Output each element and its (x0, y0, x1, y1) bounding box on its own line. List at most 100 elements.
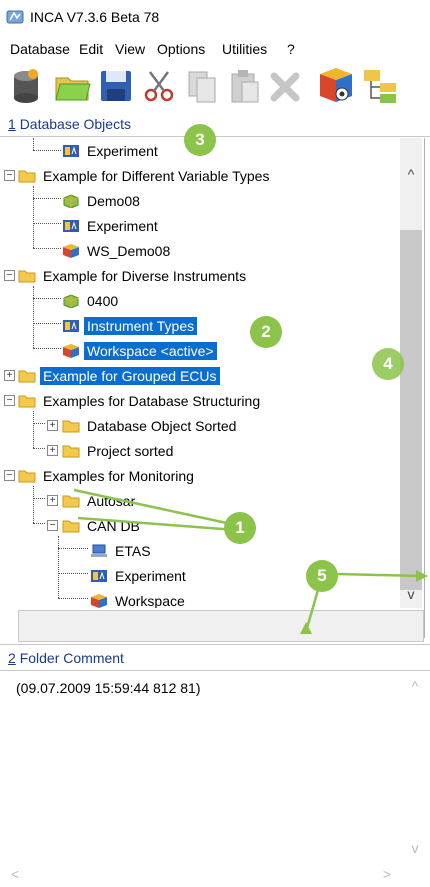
tree-item-folder[interactable]: Project sorted (62, 438, 176, 462)
tree-line (33, 323, 61, 324)
callout-badge: 1 (224, 512, 256, 544)
tree-line (33, 150, 61, 151)
tree-item-folder[interactable]: Examples for Database Structuring (18, 388, 263, 412)
tree-item-workspace[interactable]: Workspace (90, 588, 188, 608)
tree-item-experiment[interactable]: Experiment (90, 563, 189, 587)
menu-options[interactable]: Options (157, 41, 205, 57)
folder-comment-header: 2 Folder Comment (8, 650, 124, 666)
tree-item-label: Project sorted (87, 443, 174, 460)
tree-scrollbar[interactable]: ^ v (400, 138, 422, 608)
tree-item-label: Demo08 (87, 193, 140, 210)
expand-icon[interactable]: + (47, 420, 58, 431)
tree-line (33, 186, 34, 248)
tree-status-strip (18, 610, 424, 642)
tree-item-folder[interactable]: Autosar (62, 488, 138, 512)
menu-bar: Database Edit View Options Utilities ? (0, 36, 430, 62)
tree-item-experiment[interactable]: Experiment (62, 213, 161, 237)
callout-badge: 2 (250, 316, 282, 348)
tree-item-device[interactable]: Demo08 (62, 188, 143, 212)
tree-line (33, 138, 34, 150)
copy-icon[interactable] (182, 66, 222, 106)
splitter-edge (424, 138, 425, 638)
expand-icon[interactable]: + (4, 370, 15, 381)
delete-icon[interactable] (266, 66, 306, 106)
experiment-icon (63, 145, 79, 158)
database-new-icon[interactable] (6, 66, 46, 106)
tree-line (58, 573, 88, 574)
experiment-icon (63, 320, 79, 333)
folder-icon (18, 270, 36, 283)
menu-utilities[interactable]: Utilities (222, 41, 267, 57)
tree-item-label: 0400 (87, 293, 119, 310)
tree-item-folder[interactable]: Example for Different Variable Types (18, 163, 272, 187)
tree-item-hardware[interactable]: ETAS (90, 538, 154, 562)
callout-badge: 4 (372, 348, 404, 380)
title-bar: INCA V7.3.6 Beta 78 (0, 0, 430, 34)
comment-h-scrollbar[interactable]: < > (0, 864, 426, 886)
tree-line (33, 348, 61, 349)
tree-item-device[interactable]: 0400 (62, 288, 121, 312)
tree-item-workspace[interactable]: WS_Demo08 (62, 238, 173, 262)
tree-item-label: Database Object Sorted (87, 418, 237, 435)
tree-item-label: Experiment (115, 568, 186, 585)
collapse-icon[interactable]: − (4, 470, 15, 481)
tree-line (58, 548, 88, 549)
tree-item-folder[interactable]: Database Object Sorted (62, 413, 239, 437)
window-title: INCA V7.3.6 Beta 78 (30, 9, 160, 25)
panel-title: Database Objects (19, 116, 131, 132)
tree-item-experiment[interactable]: Experiment (62, 138, 161, 162)
scroll-thumb[interactable] (400, 230, 422, 590)
workspace-icon (63, 344, 79, 359)
tree-item-label: ETAS (115, 543, 151, 560)
collapse-icon[interactable]: − (4, 270, 15, 281)
tree-item-label: WS_Demo08 (87, 243, 171, 260)
cut-icon[interactable] (140, 66, 180, 106)
database-tree[interactable]: Experiment − Example for Different Varia… (0, 138, 400, 608)
scroll-down-arrow[interactable]: v (404, 838, 426, 858)
folder-icon (18, 395, 36, 408)
paste-icon[interactable] (224, 66, 264, 106)
panel-number: 2 (8, 650, 16, 666)
folder-icon (18, 370, 36, 383)
scroll-down-arrow[interactable]: v (400, 584, 422, 604)
expand-icon[interactable]: + (47, 445, 58, 456)
open-folder-icon[interactable] (52, 66, 92, 106)
collapse-icon[interactable]: − (47, 520, 58, 531)
panel-number: 1 (8, 116, 16, 132)
folder-icon (62, 445, 80, 458)
tree-item-label: Experiment (87, 143, 158, 160)
tree-item-label: Experiment (87, 218, 158, 235)
menu-database[interactable]: Database (10, 41, 70, 57)
tree-item-experiment[interactable]: Instrument Types (62, 313, 198, 337)
tree-item-label: Instrument Types (84, 317, 198, 336)
tree-structure-icon[interactable] (360, 66, 400, 106)
tree-item-label: Example for Different Variable Types (43, 168, 270, 185)
tree-item-folder[interactable]: CAN DB (62, 513, 143, 537)
menu-help[interactable]: ? (287, 41, 295, 57)
scroll-right-arrow[interactable]: > (376, 864, 398, 884)
tree-line (33, 498, 45, 499)
tree-item-workspace[interactable]: Workspace <active> (62, 338, 217, 362)
tree-item-folder[interactable]: Example for Grouped ECUs (18, 363, 220, 387)
folder-comment-area[interactable]: (09.07.2009 15:59:44 812 81) ^ v < > (0, 670, 430, 887)
collapse-icon[interactable]: − (4, 170, 15, 181)
folder-icon (62, 495, 80, 508)
callout-badge: 3 (184, 124, 216, 156)
comment-scrollbar[interactable]: ^ v (404, 670, 426, 860)
tree-line (33, 286, 34, 348)
panel-divider (0, 644, 430, 645)
scroll-up-arrow[interactable]: ^ (404, 676, 426, 696)
menu-view[interactable]: View (115, 41, 145, 57)
menu-edit[interactable]: Edit (79, 41, 103, 57)
device-icon (63, 194, 79, 209)
scroll-up-arrow[interactable]: ^ (400, 164, 422, 184)
collapse-icon[interactable]: − (4, 395, 15, 406)
tree-item-folder[interactable]: Example for Diverse Instruments (18, 263, 249, 287)
tree-item-folder[interactable]: Examples for Monitoring (18, 463, 197, 487)
workspace-view-icon[interactable] (316, 66, 356, 106)
workspace-icon (63, 244, 79, 259)
save-icon[interactable] (96, 66, 136, 106)
tree-line (33, 198, 61, 199)
scroll-left-arrow[interactable]: < (4, 864, 26, 884)
expand-icon[interactable]: + (47, 495, 58, 506)
